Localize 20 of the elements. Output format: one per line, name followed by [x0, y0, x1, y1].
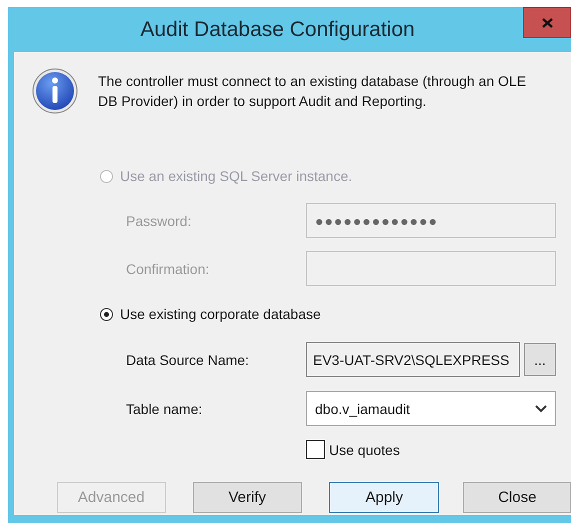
- chevron-down-icon: [535, 404, 547, 412]
- browse-button[interactable]: ...: [524, 343, 556, 376]
- field-label: Table name:: [126, 400, 204, 416]
- info-icon: [32, 68, 78, 114]
- close-icon: [542, 18, 552, 28]
- table-dropdown[interactable]: dbo.v_iamaudit: [306, 391, 556, 426]
- dialog-button[interactable]: Apply: [329, 482, 440, 513]
- dialog-button[interactable]: Close: [463, 482, 571, 513]
- field-label: Confirmation:: [126, 260, 210, 276]
- radio-label[interactable]: Use existing corporate database: [120, 306, 321, 322]
- field-label: Password:: [126, 212, 192, 228]
- close-button[interactable]: [523, 7, 571, 38]
- checkbox-label[interactable]: Use quotes: [329, 442, 400, 458]
- radio-button[interactable]: [100, 308, 113, 320]
- field-label: Data Source Name:: [126, 352, 250, 368]
- dialog-button[interactable]: Verify: [192, 482, 302, 513]
- checkbox[interactable]: [306, 440, 325, 459]
- window-title: Audit Database Configuration: [140, 18, 415, 42]
- info-message: The controller must connect to an existing database (through an OLE DB Provider) in order to support Audit and Reporting.: [98, 72, 528, 111]
- data-source-field[interactable]: EV3-UAT-SRV2\SQLEXPRESS: [306, 342, 520, 377]
